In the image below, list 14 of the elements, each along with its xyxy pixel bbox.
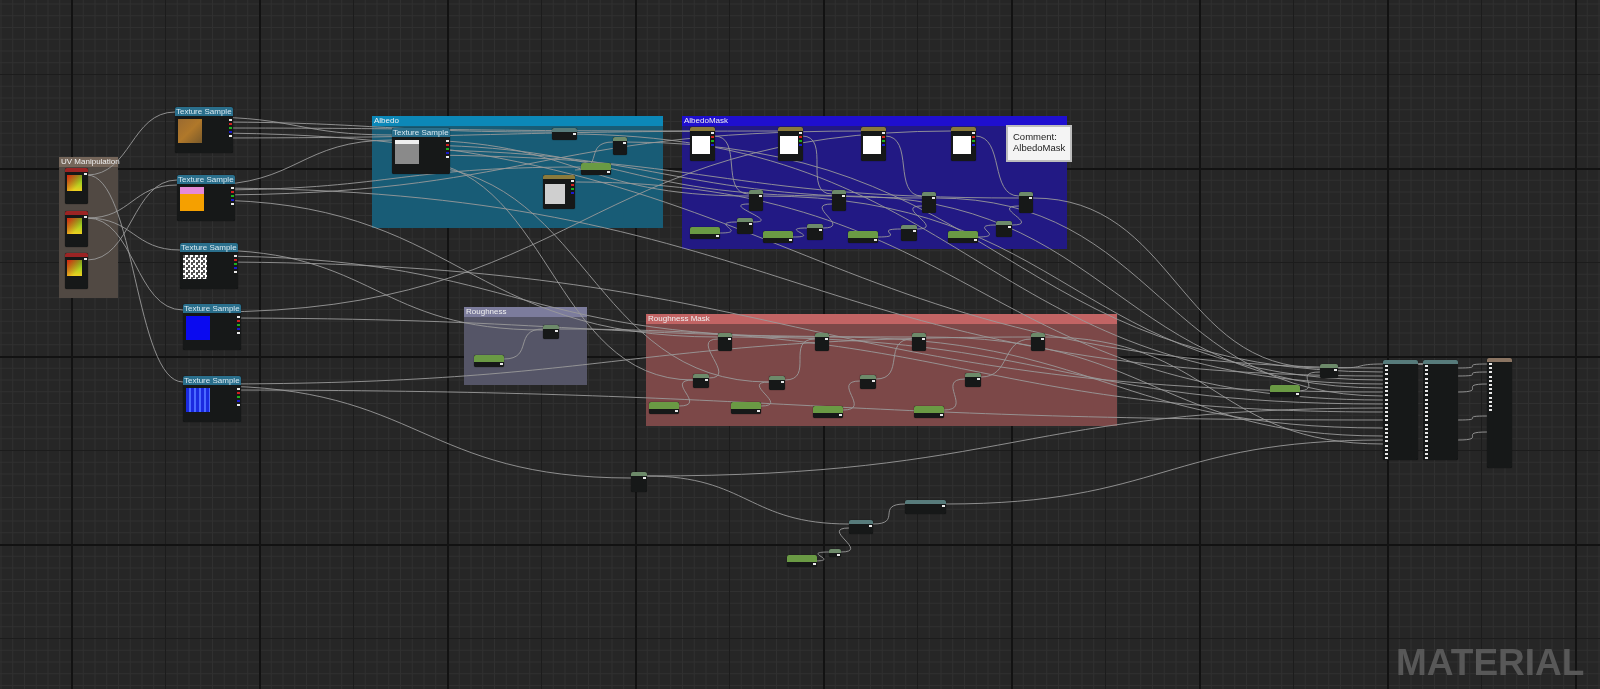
node-title: Texture Sample bbox=[183, 304, 241, 313]
comment-title: UV Manipulation bbox=[59, 157, 118, 167]
graph-label: MATERIAL bbox=[1396, 642, 1585, 684]
comment-title: AlbedoMask bbox=[682, 116, 1067, 126]
node-title: Texture Sample bbox=[183, 376, 241, 385]
node-title: Texture Sample bbox=[175, 107, 233, 116]
node-title: Texture Sample bbox=[177, 175, 235, 184]
comment-bubble: Comment: AlbedoMask bbox=[1006, 125, 1072, 162]
graph-canvas[interactable]: UV Manipulation Albedo AlbedoMask Roughness Roughness Mask Comment: AlbedoMask Texture Sample Texture Sample Texture Sample Texture Sample Texture Sample Texture Sample MATERIAL bbox=[0, 0, 1600, 689]
comment-title: Roughness Mask bbox=[646, 314, 1117, 324]
node-title: Texture Sample bbox=[392, 128, 450, 137]
comment-title: Albedo bbox=[372, 116, 663, 126]
node-title: Texture Sample bbox=[180, 243, 238, 252]
comment-title: Roughness bbox=[464, 307, 587, 317]
